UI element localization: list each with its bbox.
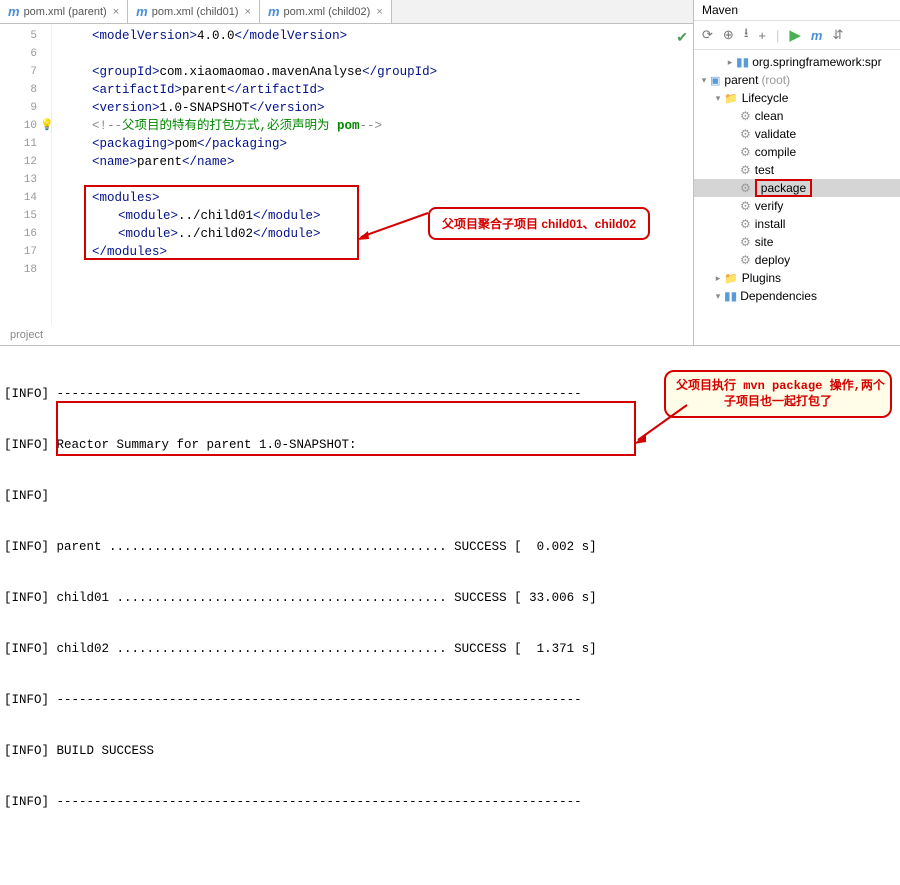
maven-file-icon: m (136, 4, 148, 19)
tree-spring[interactable]: ▸▮▮org.springframework:spr (694, 53, 900, 71)
bulb-icon[interactable]: 💡 (40, 117, 54, 135)
code-body[interactable]: <modelVersion>4.0.0</modelVersion> <grou… (52, 24, 437, 325)
goal-package[interactable]: ⚙package (694, 179, 900, 197)
goal-install[interactable]: ⚙install (694, 215, 900, 233)
goal-site[interactable]: ⚙site (694, 233, 900, 251)
close-icon[interactable]: × (113, 6, 119, 18)
tab-child02[interactable]: mpom.xml (child02)× (260, 0, 392, 23)
breadcrumb[interactable]: project (0, 325, 693, 345)
goal-deploy[interactable]: ⚙deploy (694, 251, 900, 269)
maven-panel: Maven ⟳ ⊕ ⭳ + | ▶ m ⇵ ▸▮▮org.springframe… (694, 0, 900, 345)
gutter: 56789 💡10 1112131415161718 (0, 24, 52, 325)
maven-title: Maven (694, 0, 900, 21)
tree-deps[interactable]: ▾▮▮Dependencies (694, 287, 900, 305)
toggle-icon[interactable]: ⇵ (832, 27, 843, 43)
goal-test[interactable]: ⚙test (694, 161, 900, 179)
add-icon[interactable]: + (758, 28, 766, 43)
run-icon[interactable]: ▶ (789, 26, 801, 44)
callout-modules: 父项目聚合子项目 child01、child02 (428, 207, 650, 240)
close-icon[interactable]: × (376, 6, 382, 18)
tab-parent[interactable]: mpom.xml (parent)× (0, 0, 128, 23)
maven-file-icon: m (268, 4, 280, 19)
maven-file-icon: m (8, 4, 20, 19)
reload-icon[interactable]: ⟳ (702, 27, 713, 43)
tab-child01[interactable]: mpom.xml (child01)× (128, 0, 260, 23)
annotation-box-modules (84, 185, 359, 260)
maven-tree: ▸▮▮org.springframework:spr ▾▣parent(root… (694, 50, 900, 308)
goal-validate[interactable]: ⚙validate (694, 125, 900, 143)
goal-verify[interactable]: ⚙verify (694, 197, 900, 215)
tree-lifecycle[interactable]: ▾📁Lifecycle (694, 89, 900, 107)
close-icon[interactable]: × (245, 6, 251, 18)
goal-compile[interactable]: ⚙compile (694, 143, 900, 161)
editor-area: mpom.xml (parent)× mpom.xml (child01)× m… (0, 0, 694, 345)
maven-toolbar: ⟳ ⊕ ⭳ + | ▶ m ⇵ (694, 21, 900, 50)
collapse-icon[interactable]: ⊕ (723, 27, 734, 43)
maven-icon[interactable]: m (811, 28, 823, 43)
editor-tabs: mpom.xml (parent)× mpom.xml (child01)× m… (0, 0, 693, 24)
code-pane[interactable]: 56789 💡10 1112131415161718 <modelVersion… (0, 24, 693, 325)
tree-plugins[interactable]: ▸📁Plugins (694, 269, 900, 287)
annotation-box-console (56, 401, 636, 456)
download-icon[interactable]: ⭳ (744, 24, 749, 46)
callout-console: 父项目执行 mvn package 操作,两个子项目也一起打包了 (664, 370, 892, 418)
tree-root[interactable]: ▾▣parent(root) (694, 71, 900, 89)
goal-clean[interactable]: ⚙clean (694, 107, 900, 125)
build-console[interactable]: [INFO] ---------------------------------… (0, 346, 900, 885)
